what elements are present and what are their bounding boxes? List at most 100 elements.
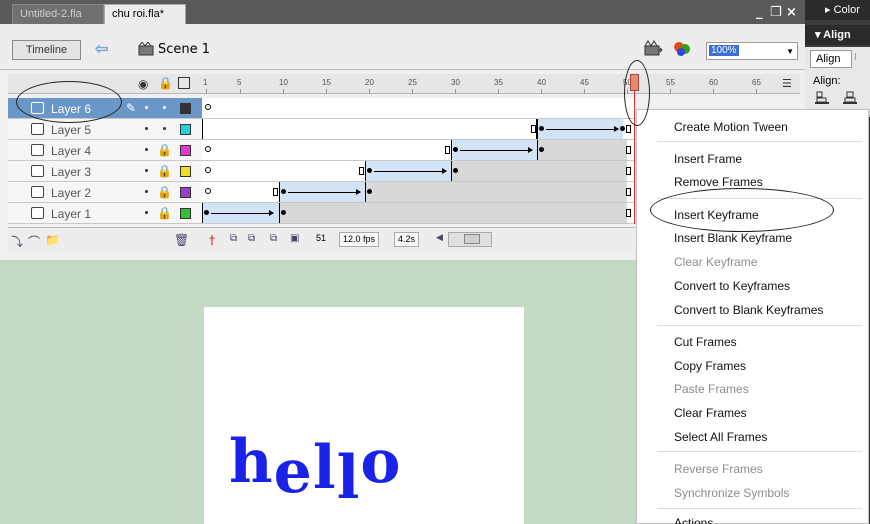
tab-untitled-2[interactable]: Untitled-2.fla	[12, 4, 104, 24]
minimize-button[interactable]: _	[756, 5, 763, 20]
menu-copy-frames[interactable]: Copy Frames	[674, 359, 746, 373]
visibility-dot[interactable]	[145, 127, 148, 130]
menu-insert-frame[interactable]: Insert Frame	[674, 152, 742, 166]
lock-icon[interactable]: 🔒	[157, 164, 172, 178]
empty-keyframe[interactable]	[205, 188, 211, 194]
empty-keyframe[interactable]	[205, 167, 211, 173]
frame-ruler[interactable]: 1 5 10 15 20 25 30 35 40 45 50 55 60 65 …	[202, 74, 800, 94]
frame-row[interactable]	[202, 140, 635, 161]
keyframe[interactable]	[539, 147, 544, 152]
frame-row[interactable]	[202, 98, 635, 119]
scrollbar-thumb[interactable]	[464, 234, 480, 244]
frame-span[interactable]	[202, 119, 537, 139]
outline-color-swatch[interactable]	[180, 145, 191, 156]
stage[interactable]: hello	[204, 307, 524, 524]
keyframe[interactable]	[204, 210, 209, 215]
hello-text[interactable]: hello	[229, 427, 401, 513]
frame-row[interactable]	[202, 161, 635, 182]
lock-icon[interactable]: 🔒	[157, 206, 172, 220]
layer-row-layer-5[interactable]: Layer 5	[8, 119, 202, 140]
insert-folder-icon[interactable]: 📁	[45, 233, 60, 247]
layer-row-layer-3[interactable]: Layer 3 🔒	[8, 161, 202, 182]
frame-row[interactable]	[202, 182, 635, 203]
layer-row-layer-2[interactable]: Layer 2 🔒	[8, 182, 202, 203]
menu-cut-frames[interactable]: Cut Frames	[674, 335, 737, 349]
letter-l[interactable]: l	[337, 443, 361, 513]
eye-icon[interactable]: ◉	[138, 77, 148, 91]
visibility-dot[interactable]	[145, 211, 148, 214]
chevron-down-icon[interactable]: ▼	[786, 47, 794, 56]
onion-skin-outlines-icon[interactable]: ⧉	[248, 233, 255, 244]
lock-icon[interactable]: 🔒	[157, 185, 172, 199]
letter-e[interactable]: e	[274, 437, 313, 507]
align-center-icon[interactable]	[843, 90, 857, 104]
static-frames[interactable]	[365, 182, 627, 202]
align-panel-header[interactable]: ▾ Align	[805, 25, 870, 45]
modify-onion-markers-icon[interactable]: ▣	[290, 233, 299, 244]
visibility-dot[interactable]	[145, 106, 148, 109]
keyframe[interactable]	[453, 147, 458, 152]
frames-grid[interactable]	[202, 98, 635, 224]
letter-h[interactable]: h	[229, 427, 274, 497]
layer-row-layer-4[interactable]: Layer 4 🔒	[8, 140, 202, 161]
letter-l[interactable]: l	[313, 433, 337, 503]
onion-skin-icon[interactable]: ⧉	[230, 233, 237, 244]
frame-view-menu-icon[interactable]: ☰	[782, 77, 792, 90]
keyframe[interactable]	[367, 168, 372, 173]
visibility-dot[interactable]	[145, 148, 148, 151]
menu-remove-frames[interactable]: Remove Frames	[674, 175, 763, 189]
menu-create-motion-tween[interactable]: Create Motion Tween	[674, 120, 788, 134]
keyframe[interactable]	[281, 189, 286, 194]
menu-convert-to-keyframes[interactable]: Convert to Keyframes	[674, 279, 790, 293]
close-button[interactable]: ×	[786, 5, 797, 20]
menu-select-all-frames[interactable]: Select All Frames	[674, 430, 767, 444]
zoom-select[interactable]: 100% ▼	[706, 42, 798, 60]
align-left-icon[interactable]	[815, 90, 829, 104]
layer-row-layer-1[interactable]: Layer 1 🔒	[8, 203, 202, 224]
tab-chu-roi[interactable]: chu roi.fla*	[104, 4, 186, 24]
menu-actions[interactable]: Actions	[674, 516, 713, 524]
lock-dot[interactable]	[163, 127, 166, 130]
letter-o[interactable]: o	[360, 427, 401, 497]
outline-color-swatch[interactable]	[180, 103, 191, 114]
outline-color-swatch[interactable]	[180, 187, 191, 198]
outline-icon[interactable]	[178, 77, 190, 89]
empty-keyframe[interactable]	[205, 146, 211, 152]
keyframe[interactable]	[453, 168, 458, 173]
visibility-dot[interactable]	[145, 190, 148, 193]
lock-icon[interactable]: 🔒	[157, 143, 172, 157]
static-frames[interactable]	[537, 140, 627, 160]
insert-layer-icon[interactable]: ⤵	[11, 233, 23, 250]
outline-color-swatch[interactable]	[180, 124, 191, 135]
edit-scene-icon[interactable]	[643, 38, 663, 58]
back-arrow-icon[interactable]: ⇦	[95, 39, 108, 59]
outline-color-swatch[interactable]	[180, 166, 191, 177]
menu-insert-blank-keyframe[interactable]: Insert Blank Keyframe	[674, 231, 792, 245]
lock-dot[interactable]	[163, 106, 166, 109]
restore-button[interactable]: ❐	[770, 5, 782, 20]
static-frames[interactable]	[279, 203, 627, 223]
center-frame-icon[interactable]: †	[209, 233, 215, 247]
add-motion-guide-icon[interactable]: ⌒	[28, 233, 40, 250]
frame-rate[interactable]: 12.0 fps	[339, 232, 380, 247]
edit-multiple-frames-icon[interactable]: ⧉	[270, 233, 277, 244]
scroll-left-icon[interactable]: ◀	[436, 233, 443, 243]
visibility-dot[interactable]	[145, 169, 148, 172]
keyframe[interactable]	[620, 126, 625, 131]
outline-color-swatch[interactable]	[180, 208, 191, 219]
keyframe[interactable]	[539, 126, 544, 131]
static-frames[interactable]	[451, 161, 627, 181]
menu-convert-to-blank-keyframes[interactable]: Convert to Blank Keyframes	[674, 303, 823, 317]
trash-icon[interactable]: 🗑	[174, 233, 189, 247]
color-panel-header[interactable]: ▸ Color	[805, 0, 870, 20]
empty-keyframe[interactable]	[205, 104, 211, 110]
edit-symbols-icon[interactable]	[672, 38, 694, 58]
keyframe[interactable]	[367, 189, 372, 194]
frame-row[interactable]	[202, 203, 635, 224]
frame-row[interactable]	[202, 119, 635, 140]
timeline-scrollbar[interactable]	[448, 232, 492, 247]
timeline-toggle-button[interactable]: Timeline	[12, 40, 81, 60]
lock-icon[interactable]: 🔒	[158, 76, 173, 90]
menu-clear-frames[interactable]: Clear Frames	[674, 406, 747, 420]
align-tab[interactable]: Align	[810, 50, 852, 68]
